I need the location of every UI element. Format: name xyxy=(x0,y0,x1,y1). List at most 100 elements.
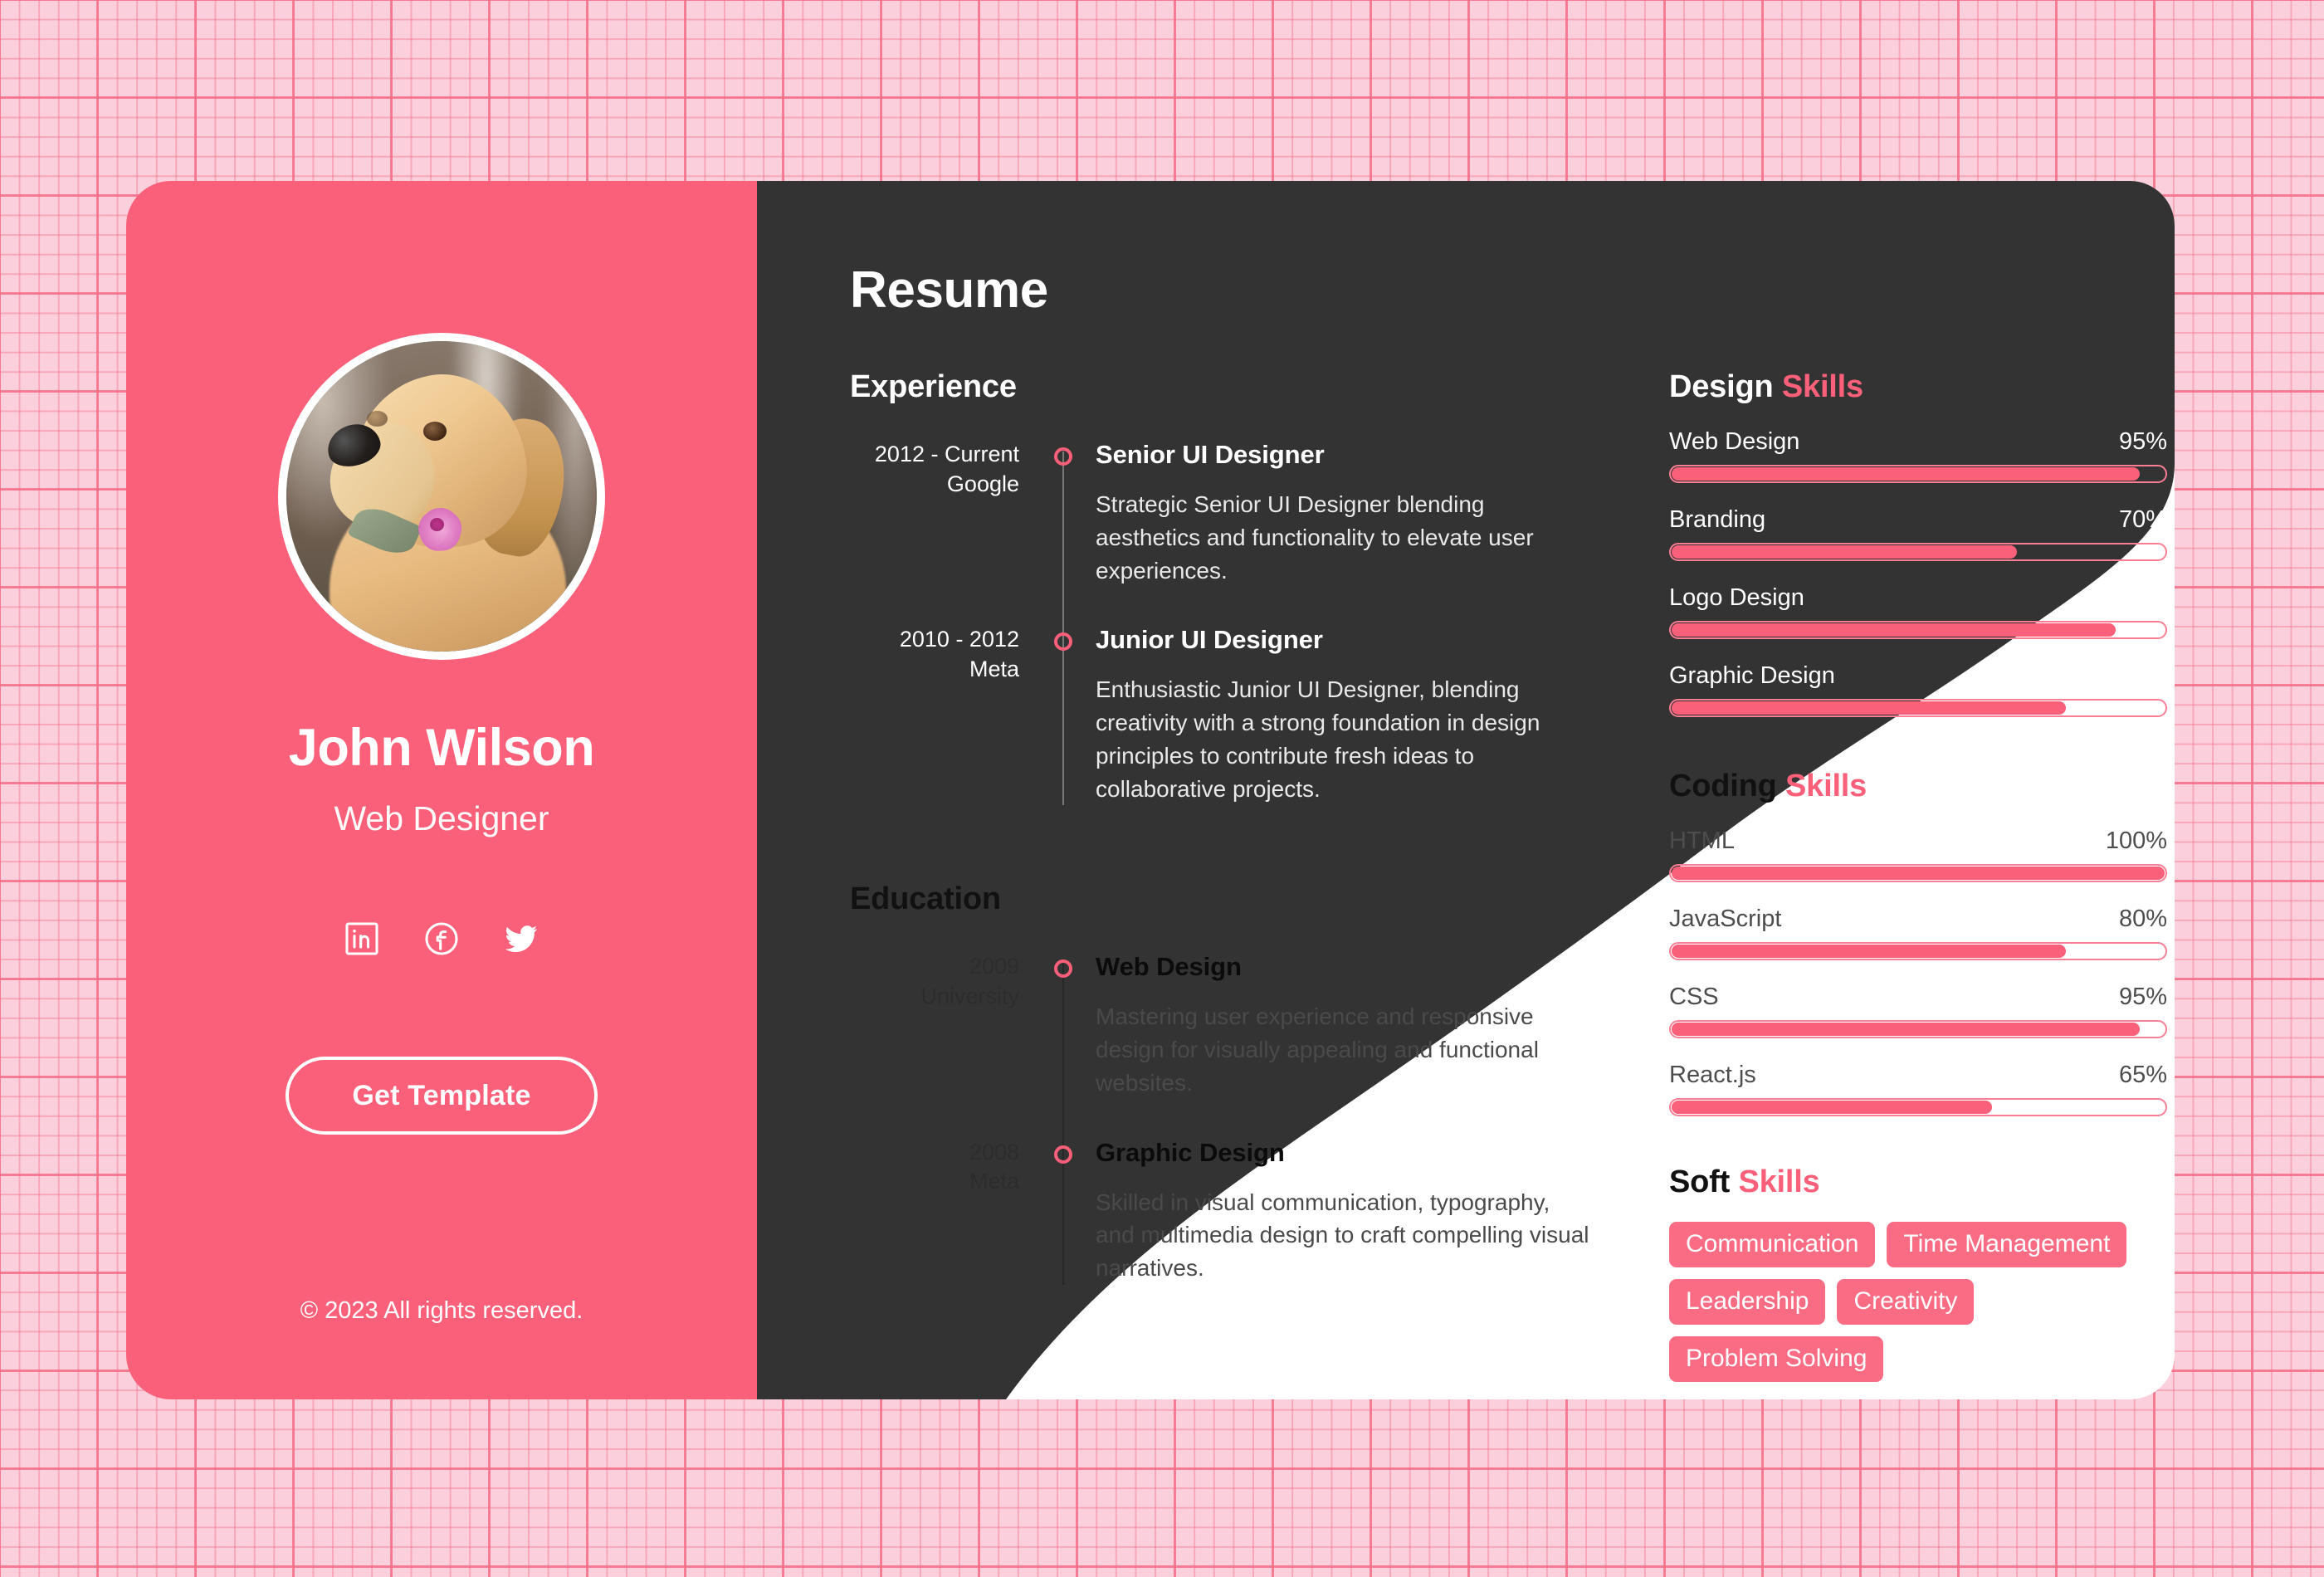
timeline-body: Graphic Design Skilled in visual communi… xyxy=(1041,1138,1594,1285)
design-skills-heading: Design Skills xyxy=(1669,369,2167,405)
facebook-icon[interactable] xyxy=(422,920,461,958)
education-timeline: 2009 University Web Design Mastering use… xyxy=(850,952,1597,1285)
skill-label: React.js xyxy=(1669,1062,1756,1088)
skill-fill xyxy=(1672,1101,1993,1114)
timeline-body: Web Design Mastering user experience and… xyxy=(1041,952,1594,1099)
timeline-date: 2008 xyxy=(969,1139,1019,1164)
twitter-icon[interactable] xyxy=(502,920,540,958)
skill-fill xyxy=(1672,1023,2141,1036)
design-skills-section: Design Skills Web Design 95% Branding 70% … xyxy=(1669,369,2167,717)
skill-label: Branding xyxy=(1669,506,1766,533)
content-columns: Experience 2012 - Current Google Senior … xyxy=(850,369,2175,1382)
timeline-meta: 2009 University xyxy=(850,952,1041,1099)
resume-card: John Wilson Web Designer Get Template © … xyxy=(126,181,2175,1399)
timeline-item: 2010 - 2012 Meta Junior UI Designer Enth… xyxy=(850,625,1597,805)
soft-skill-tag[interactable]: Time Management xyxy=(1887,1222,2127,1267)
timeline-meta: 2010 - 2012 Meta xyxy=(850,625,1041,805)
avatar xyxy=(278,333,605,660)
timeline-item: 2008 Meta Graphic Design Skilled in visu… xyxy=(850,1138,1597,1285)
skill-value: 95% xyxy=(2118,428,2167,455)
design-skills-heading-main: Design xyxy=(1669,369,1782,404)
get-template-button[interactable]: Get Template xyxy=(286,1057,598,1135)
skill-row: HTML 100% xyxy=(1669,828,2167,882)
skill-track xyxy=(1669,864,2167,882)
skill-value: 80% xyxy=(2118,662,2167,689)
skill-label: CSS xyxy=(1669,984,1719,1010)
coding-skills-heading-accent: Skills xyxy=(1785,769,1868,803)
soft-skills-section: Soft Skills Communication Time Managemen… xyxy=(1669,1164,2167,1382)
timeline-description: Skilled in visual communication, typogra… xyxy=(1096,1189,1589,1282)
skills-column: Design Skills Web Design 95% Branding 70% … xyxy=(1669,369,2167,1382)
timeline-title: Junior UI Designer xyxy=(1096,625,1323,655)
skill-value: 80% xyxy=(2118,906,2167,932)
person-role: Web Designer xyxy=(334,799,549,837)
skill-row: JavaScript 80% xyxy=(1669,906,2167,960)
copyright-text: © 2023 All rights reserved. xyxy=(300,1297,583,1324)
experience-section: Experience 2012 - Current Google Senior … xyxy=(850,369,1597,806)
skill-track xyxy=(1669,1020,2167,1038)
soft-skill-tag[interactable]: Problem Solving xyxy=(1669,1336,1884,1382)
skill-row: Web Design 95% xyxy=(1669,428,2167,483)
timeline-org: Meta xyxy=(969,657,1019,682)
timeline-item: 2009 University Web Design Mastering use… xyxy=(850,952,1597,1099)
timeline-description: Mastering user experience and responsive… xyxy=(1096,1003,1539,1096)
soft-skill-tag[interactable]: Leadership xyxy=(1669,1279,1826,1325)
skill-track xyxy=(1669,942,2167,960)
skill-track xyxy=(1669,699,2167,717)
timeline-org: Meta xyxy=(969,1169,1019,1194)
coding-skills-heading-main: Coding xyxy=(1669,769,1786,803)
soft-skill-tag[interactable]: Communication xyxy=(1669,1222,1876,1267)
skill-row: CSS 95% xyxy=(1669,984,2167,1038)
skill-fill xyxy=(1672,701,2067,715)
skill-track xyxy=(1669,465,2167,483)
skill-track xyxy=(1669,1098,2167,1116)
skill-value: 65% xyxy=(2118,1062,2167,1088)
skill-row: Graphic Design 80% xyxy=(1669,662,2167,717)
skill-label: HTML xyxy=(1669,828,1735,854)
skill-value: 95% xyxy=(2118,984,2167,1010)
linkedin-icon[interactable] xyxy=(343,920,381,958)
skill-fill xyxy=(1672,945,2067,958)
soft-skills-heading-accent: Skills xyxy=(1738,1164,1820,1199)
experience-timeline: 2012 - Current Google Senior UI Designer… xyxy=(850,440,1597,806)
profile-panel: John Wilson Web Designer Get Template © … xyxy=(126,181,757,1399)
timeline-title: Graphic Design xyxy=(1096,1137,1285,1167)
timeline-org: Google xyxy=(946,471,1019,496)
timeline-title: Web Design xyxy=(1096,952,1242,982)
skill-label: JavaScript xyxy=(1669,906,1782,932)
soft-skill-tag[interactable]: Creativity xyxy=(1837,1279,1975,1325)
skill-row: Branding 70% xyxy=(1669,506,2167,561)
social-links xyxy=(343,920,540,958)
timeline-body: Junior UI Designer Enthusiastic Junior U… xyxy=(1041,625,1594,805)
skill-row: Logo Design 90% xyxy=(1669,584,2167,639)
skill-label: Logo Design xyxy=(1669,584,1804,611)
skill-fill xyxy=(1672,467,2141,481)
timeline-date: 2012 - Current xyxy=(874,442,1019,466)
skill-fill xyxy=(1672,623,2116,637)
person-name: John Wilson xyxy=(288,719,595,777)
content-panel: Resume Experience 2012 - Current Google xyxy=(757,181,2175,1399)
skill-value: 100% xyxy=(2105,828,2167,854)
timeline-date: 2009 xyxy=(969,954,1019,979)
content-inner: Resume Experience 2012 - Current Google xyxy=(757,181,2175,1399)
soft-skills-heading-main: Soft xyxy=(1669,1164,1739,1199)
skill-fill xyxy=(1672,867,2165,880)
timeline-meta: 2008 Meta xyxy=(850,1138,1041,1285)
timeline-description: Enthusiastic Junior UI Designer, blendin… xyxy=(1096,676,1540,802)
skill-track xyxy=(1669,621,2167,639)
timeline-meta: 2012 - Current Google xyxy=(850,440,1041,587)
skill-track xyxy=(1669,543,2167,561)
skill-label: Web Design xyxy=(1669,428,1800,455)
skill-row: React.js 65% xyxy=(1669,1062,2167,1116)
timeline-column: Experience 2012 - Current Google Senior … xyxy=(850,369,1597,1382)
design-skills-heading-accent: Skills xyxy=(1781,369,1863,404)
skill-label: Graphic Design xyxy=(1669,662,1835,689)
experience-heading: Experience xyxy=(850,369,1017,404)
avatar-photo xyxy=(286,341,597,652)
coding-skills-section: Coding Skills HTML 100% JavaScript 80% CSS… xyxy=(1669,769,2167,1116)
timeline-body: Senior UI Designer Strategic Senior UI D… xyxy=(1041,440,1594,587)
education-heading: Education xyxy=(850,881,1001,917)
timeline-org: University xyxy=(920,984,1019,1009)
skill-value: 70% xyxy=(2118,506,2167,533)
skill-value: 90% xyxy=(2118,584,2167,611)
